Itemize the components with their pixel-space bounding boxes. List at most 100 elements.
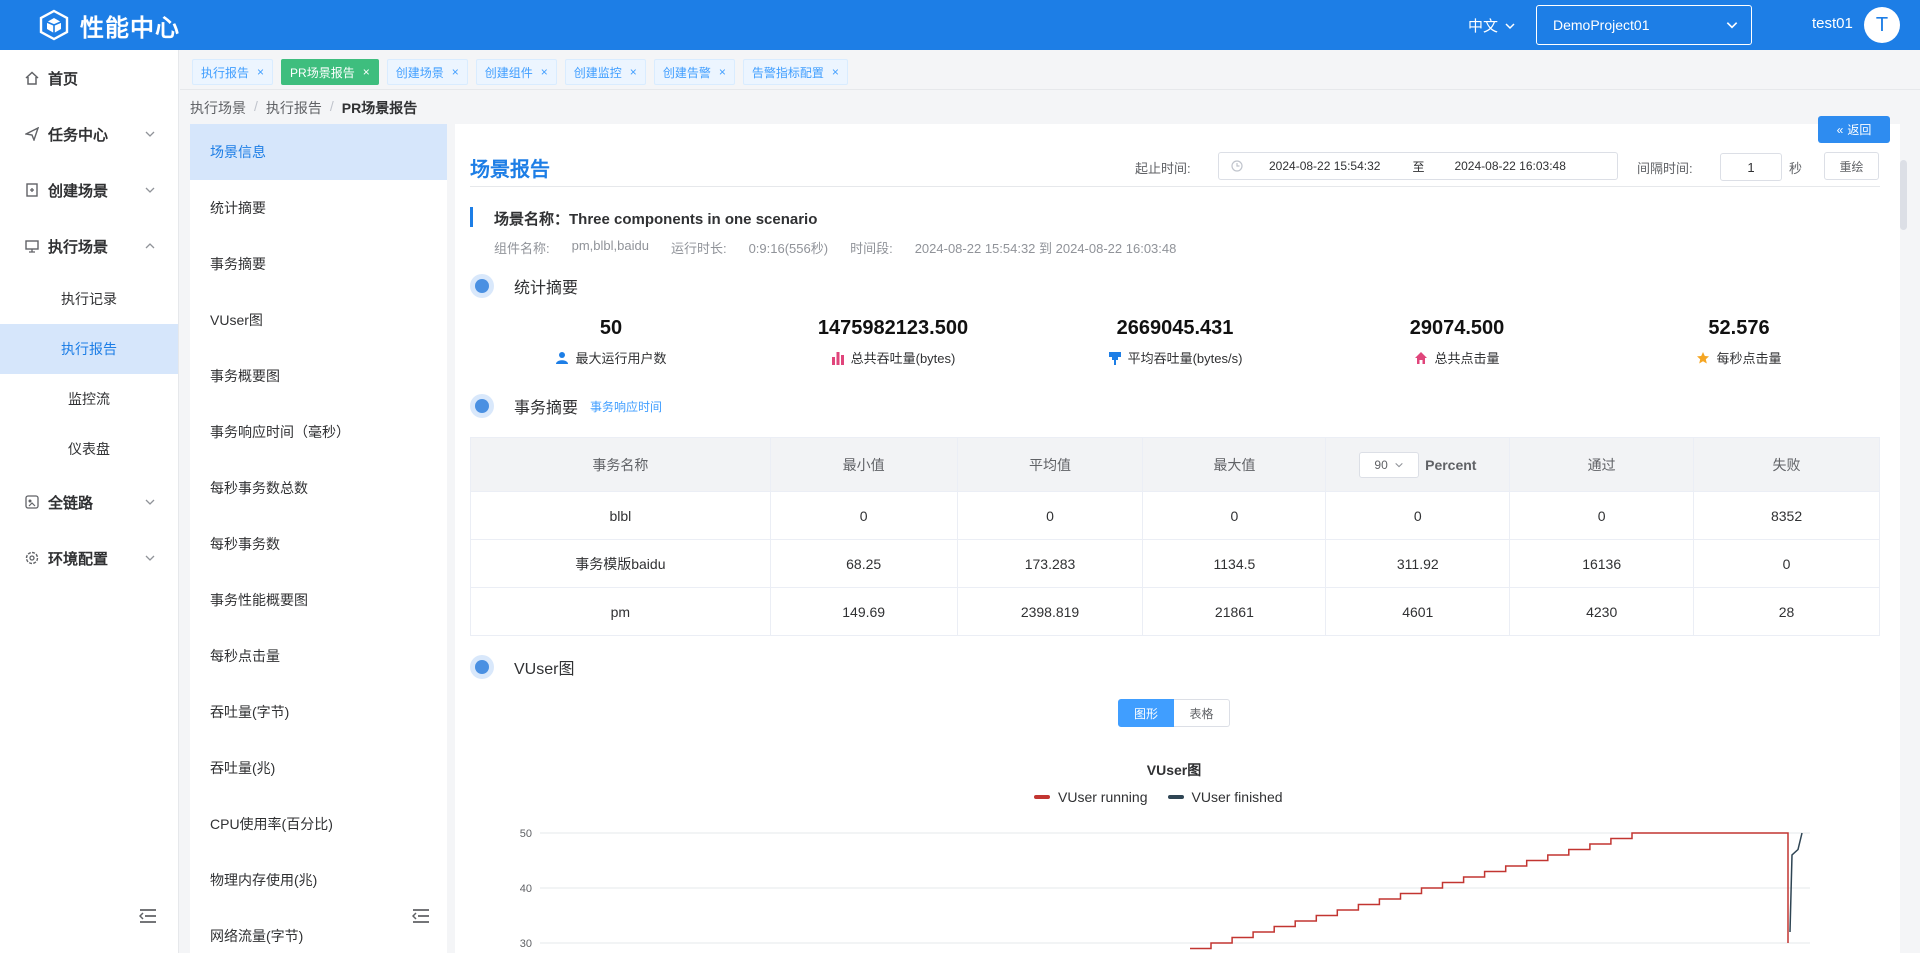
sidebar-item-execute-scene[interactable]: 执行场景 (0, 218, 178, 274)
house-icon (1415, 351, 1428, 364)
sidebar-subitem-monitor-flow[interactable]: 监控流 (0, 374, 178, 424)
secnav-item[interactable]: 事务响应时间（毫秒） (190, 404, 447, 460)
avatar[interactable]: T (1864, 7, 1900, 43)
section-dot-icon (470, 274, 494, 298)
back-button[interactable]: « 返回 (1818, 116, 1890, 143)
sidebar-item-label: 全链路 (48, 494, 94, 512)
secnav-item[interactable]: 事务摘要 (190, 236, 447, 292)
breadcrumb-item[interactable]: 执行报告 (266, 98, 322, 118)
table-row: pm 149.69 2398.819 21861 4601 4230 28 (470, 587, 1880, 636)
tab-label: 创建组件 (484, 65, 533, 80)
tab-create-component[interactable]: 创建组件 × (475, 59, 557, 85)
tab-alert-metric-config[interactable]: 告警指标配置 × (742, 59, 848, 85)
tab-pr-scene-report[interactable]: PR场景报告 × (281, 59, 379, 85)
stat-label: 每秒点击量 (1716, 351, 1782, 366)
end-time-value[interactable]: 2024-08-22 16:03:48 (1454, 159, 1565, 173)
sidebar-item-full-link[interactable]: 全链路 (0, 474, 178, 530)
breadcrumb-item[interactable]: 执行场景 (190, 98, 246, 118)
username[interactable]: test01 (1812, 15, 1853, 32)
tab-exec-report[interactable]: 执行报告 × (192, 59, 274, 85)
accent-bar (470, 207, 473, 227)
sidebar-item-label: 首页 (48, 70, 79, 88)
secnav-item[interactable]: 统计摘要 (190, 180, 447, 236)
secnav-item[interactable]: 网络流量(字节) (190, 908, 447, 953)
tab-create-alert[interactable]: 创建告警 × (653, 59, 735, 85)
table-view-button[interactable]: 表格 (1174, 699, 1230, 727)
legend-item-running[interactable]: VUser running (1034, 789, 1148, 805)
clock-icon (1231, 160, 1243, 172)
tab-create-scene[interactable]: 创建场景 × (386, 59, 468, 85)
tab-create-monitor[interactable]: 创建监控 × (564, 59, 646, 85)
secnav-item[interactable]: 每秒事务数总数 (190, 460, 447, 516)
table-cell: pm (470, 587, 771, 636)
close-icon[interactable]: × (363, 65, 370, 79)
scrollbar[interactable] (1900, 160, 1907, 230)
table-cell: blbl (470, 491, 771, 540)
scene-meta: 组件名称: pm,blbl,baidu 运行时长: 0:9:16(556秒) 时… (494, 238, 1198, 257)
gear-icon (24, 550, 40, 566)
sidebar-item-home[interactable]: 首页 (0, 50, 178, 106)
secnav-item[interactable]: CPU使用率(百分比) (190, 796, 447, 852)
section-dot-icon (470, 655, 494, 679)
sidebar-subitem-dashboard[interactable]: 仪表盘 (0, 424, 178, 474)
stat-value: 29074.500 (1409, 317, 1505, 339)
start-time-value[interactable]: 2024-08-22 15:54:32 (1269, 159, 1380, 173)
secnav-item[interactable]: 事务性能概要图 (190, 572, 447, 628)
range-separator: 至 (1412, 159, 1425, 174)
table-cell: 0 (1509, 491, 1695, 540)
close-icon[interactable]: × (257, 65, 264, 79)
response-time-link[interactable]: 事务响应时间 (590, 398, 662, 415)
secnav-item[interactable]: 物理内存使用(兆) (190, 852, 447, 908)
legend-swatch (1167, 795, 1184, 799)
column-header: 平均值 (956, 437, 1144, 492)
secnav-item[interactable]: 场景信息 (190, 124, 447, 180)
legend-item-finished[interactable]: VUser finished (1167, 789, 1283, 805)
sidebar-item-label: 任务中心 (48, 126, 109, 144)
close-icon[interactable]: × (630, 65, 637, 79)
sidebar-item-task-center[interactable]: 任务中心 (0, 106, 178, 162)
time-range-picker[interactable]: 2024-08-22 15:54:32 至 2024-08-22 16:03:4… (1218, 152, 1618, 180)
project-select[interactable]: DemoProject01 (1536, 5, 1752, 45)
redraw-button[interactable]: 重绘 (1824, 152, 1879, 180)
stat-label: 最大运行用户数 (575, 351, 667, 366)
table-cell: 311.92 (1325, 539, 1511, 588)
sidebar-item-env-config[interactable]: 环境配置 (0, 530, 178, 586)
send-icon (24, 126, 40, 142)
sidebar-subitem-exec-report[interactable]: 执行报告 (0, 324, 178, 374)
close-icon[interactable]: × (452, 65, 459, 79)
close-icon[interactable]: × (541, 65, 548, 79)
interval-input[interactable]: 1 (1720, 153, 1782, 181)
collapse-menu-icon[interactable] (139, 908, 157, 924)
link-icon (24, 494, 40, 510)
table-cell: 事务模版baidu (470, 539, 771, 588)
collapse-menu-icon[interactable] (412, 908, 430, 924)
table-header-row: 事务名称 最小值 平均值 最大值 90 Percent 通过 失败 (470, 437, 1880, 492)
percentile-select[interactable]: 90 (1359, 451, 1420, 478)
meta-key: 运行时长: (670, 241, 727, 256)
secnav-item[interactable]: 事务概要图 (190, 348, 447, 404)
transaction-table: 事务名称 最小值 平均值 最大值 90 Percent 通过 失败 blbl 0… (470, 437, 1880, 636)
logo[interactable]: 性能中心 (38, 8, 180, 43)
meta-value: pm,blbl,baidu (571, 238, 649, 253)
secnav-item[interactable]: 吞吐量(字节) (190, 684, 447, 740)
series-line-vuser-finished[interactable] (1789, 832, 1803, 933)
graph-view-button[interactable]: 图形 (1118, 699, 1174, 727)
secnav-item[interactable]: 吞吐量(兆) (190, 740, 447, 796)
secnav-item[interactable]: VUser图 (190, 292, 447, 348)
language-select[interactable]: 中文 (1468, 15, 1516, 36)
series-line-vuser-running[interactable] (1190, 832, 1789, 950)
section-dot-icon (470, 394, 494, 418)
table-cell: 173.283 (956, 539, 1144, 588)
sidebar-subitem-exec-records[interactable]: 执行记录 (0, 274, 178, 324)
monitor-icon (24, 238, 40, 254)
meta-value: 2024-08-22 15:54:32 到 2024-08-22 16:03:4… (914, 241, 1177, 256)
secnav-item[interactable]: 每秒事务数 (190, 516, 447, 572)
section-header-vuser: VUser图 (470, 655, 574, 679)
sidebar-item-create-scene[interactable]: 创建场景 (0, 162, 178, 218)
close-icon[interactable]: × (719, 65, 726, 79)
secnav-item[interactable]: 每秒点击量 (190, 628, 447, 684)
meta-value: 0:9:16(556秒) (748, 241, 829, 256)
close-icon[interactable]: × (832, 65, 839, 79)
table-cell: 4230 (1509, 587, 1695, 636)
language-label: 中文 (1468, 18, 1499, 35)
